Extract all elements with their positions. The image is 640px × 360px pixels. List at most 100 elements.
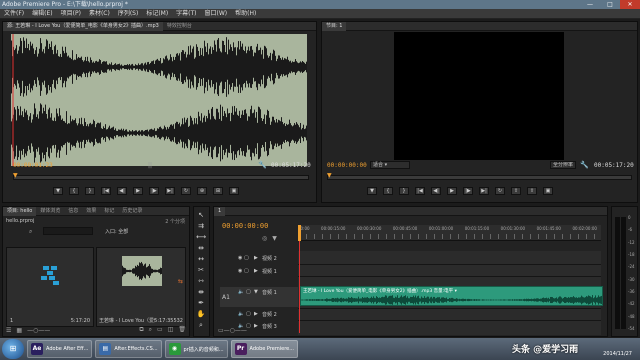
go-to-in-button[interactable]: |◀ [415,187,425,195]
menu-edit[interactable]: 编辑(E) [28,9,56,18]
menu-clip[interactable]: 素材(C) [85,9,114,18]
audio-clip[interactable]: 王若琳 - I Love You（爱便简单_电影《单身男女2》插曲）.mp3 音… [300,286,603,306]
out-point-button[interactable]: } [399,187,409,195]
tab-program[interactable]: 节目: 1 [322,21,347,31]
taskbar-item-folder[interactable]: ▤ After.Effects.CS... [95,340,162,358]
track-audio-2[interactable]: 🔈 ▢ ▶ 音频 2 [220,309,298,320]
taskbar-item-premiere[interactable]: Pr Adobe Premiere... [230,340,299,358]
step-forward-button[interactable]: |▶ [149,187,159,195]
tab-info[interactable]: 信息 [64,207,82,216]
wrench-icon[interactable]: 🔧 [580,161,589,169]
program-video-frame[interactable] [394,32,564,160]
zoom-slider[interactable]: —○—— [27,327,50,334]
eye-icon[interactable]: ◉ [238,255,242,261]
expand-icon[interactable]: ▶ [254,311,258,317]
automate-icon[interactable]: ⧉ [139,326,143,334]
export-frame-button[interactable]: ▣ [543,187,553,195]
program-current-timecode[interactable]: 00:00:00:00 [327,162,367,169]
project-search-input[interactable] [43,227,93,235]
step-back-button[interactable]: ◀| [431,187,441,195]
marker-button[interactable]: ▼ [367,187,377,195]
expand-icon[interactable]: ▶ [254,323,258,329]
source-playhead-marker[interactable]: ▼ [13,172,18,179]
trash-icon[interactable]: 🗑 [178,326,186,334]
ripple-edit-tool-icon[interactable]: ⟷ [195,232,207,242]
razor-tool-icon[interactable]: ✂ [195,265,207,275]
step-forward-button[interactable]: |▶ [463,187,473,195]
overwrite-button[interactable]: ⊞ [213,187,223,195]
rate-stretch-tool-icon[interactable]: ↔ [195,254,207,264]
timeline-ruler[interactable]: 00:00 00:00:15:00 00:00:30:00 00:00:45:0… [298,225,601,241]
export-frame-button[interactable]: ▣ [229,187,239,195]
a1-source-label[interactable]: A1 [222,294,230,301]
source-scrub-bar[interactable] [13,175,309,180]
insert-button[interactable]: ⊕ [197,187,207,195]
go-to-out-button[interactable]: ▶| [479,187,489,195]
slip-tool-icon[interactable]: ⇿ [195,276,207,286]
out-point-button[interactable]: } [85,187,95,195]
loop-button[interactable]: ↻ [181,187,191,195]
expand-icon[interactable]: ▶ [254,268,258,274]
lock-icon[interactable]: ▢ [246,289,251,295]
loop-button[interactable]: ↻ [495,187,505,195]
track-audio-1[interactable]: A1 🔈 ▢ ▼ 音频 1 [220,287,298,307]
expand-icon[interactable]: ▶ [254,255,258,261]
close-button[interactable]: ✕ [620,0,640,9]
program-quality-select[interactable]: 全分辨率 [550,161,576,169]
project-item-audio[interactable]: ⇆ 王若琳 - I Love You（爱便简单_电影 5:17:35532 [96,247,186,327]
go-to-out-button[interactable]: ▶| [165,187,175,195]
hand-tool-icon[interactable]: ✋ [195,309,207,319]
maximize-button[interactable]: □ [600,0,620,9]
timeline-current-timecode[interactable]: 00:00:00:00 [222,222,268,230]
find-icon[interactable]: ⌕ [149,326,152,334]
icon-view-icon[interactable]: ▦ [16,327,22,334]
slide-tool-icon[interactable]: ⇼ [195,287,207,297]
in-point-button[interactable]: { [383,187,393,195]
program-scrub-bar[interactable] [327,175,632,180]
pen-tool-icon[interactable]: ✒ [195,298,207,308]
taskbar-item-after-effects[interactable]: Ae Adobe After Eff... [27,340,93,358]
in-point-button[interactable]: { [69,187,79,195]
timeline-playhead[interactable] [298,225,301,241]
menu-file[interactable]: 文件(F) [0,9,28,18]
in-filter-label[interactable]: 入口: 全部 [105,228,128,235]
menu-marker[interactable]: 标记(M) [142,9,172,18]
wrench-icon[interactable]: 🔧 [258,161,267,169]
lock-icon[interactable]: ▢ [244,255,249,261]
menu-title[interactable]: 字幕(T) [172,9,200,18]
start-button[interactable]: ⊞ [2,339,24,359]
snap-icon[interactable]: ◎ [262,235,267,242]
tab-project[interactable]: 项目: hello [3,206,37,216]
tab-sequence[interactable]: 1 [214,206,226,216]
tab-source[interactable]: 源: 王若琳 - I Love You（爱便简单_电影《单身男女2》插曲）.mp… [3,21,163,31]
play-button[interactable]: ▶ [133,187,143,195]
tab-markers[interactable]: 标记 [100,207,118,216]
selection-tool-icon[interactable]: ↖ [195,210,207,220]
lock-icon[interactable]: ▢ [246,311,251,317]
speaker-icon[interactable]: 🔈 [238,311,244,317]
lock-icon[interactable]: ▢ [244,268,249,274]
lift-button[interactable]: ⇧ [511,187,521,195]
step-back-button[interactable]: ◀| [117,187,127,195]
tab-history[interactable]: 历史记录 [118,207,146,216]
program-playhead-marker[interactable]: ▼ [327,172,332,179]
extract-button[interactable]: ⇪ [527,187,537,195]
list-view-icon[interactable]: ☰ [6,327,11,334]
tab-media-browser[interactable]: 媒体浏览 [36,207,64,216]
project-item-sequence[interactable]: 1 5:17:20 [6,247,94,327]
audio-waveform[interactable] [11,34,307,166]
taskbar-item-browser[interactable]: ◉ pr插入的音频和... [164,340,228,358]
rolling-edit-tool-icon[interactable]: ⇹ [195,243,207,253]
zoom-tool-icon[interactable]: ⌕ [195,320,207,330]
menu-project[interactable]: 项目(P) [57,9,85,18]
expand-icon[interactable]: ▼ [254,289,258,295]
marker-button[interactable]: ▼ [53,187,63,195]
minimize-button[interactable]: — [580,0,600,9]
tab-effect-controls[interactable]: 特效控制台 [163,22,196,31]
program-fit-select[interactable]: 适合 ▾ [370,161,410,169]
speaker-icon[interactable]: 🔈 [238,289,244,295]
menu-window[interactable]: 窗口(W) [201,9,232,18]
track-video-2[interactable]: ◉ ▢ ▶ 视频 2 [220,253,298,264]
menu-sequence[interactable]: 序列(S) [114,9,143,18]
menu-help[interactable]: 帮助(H) [231,9,260,18]
